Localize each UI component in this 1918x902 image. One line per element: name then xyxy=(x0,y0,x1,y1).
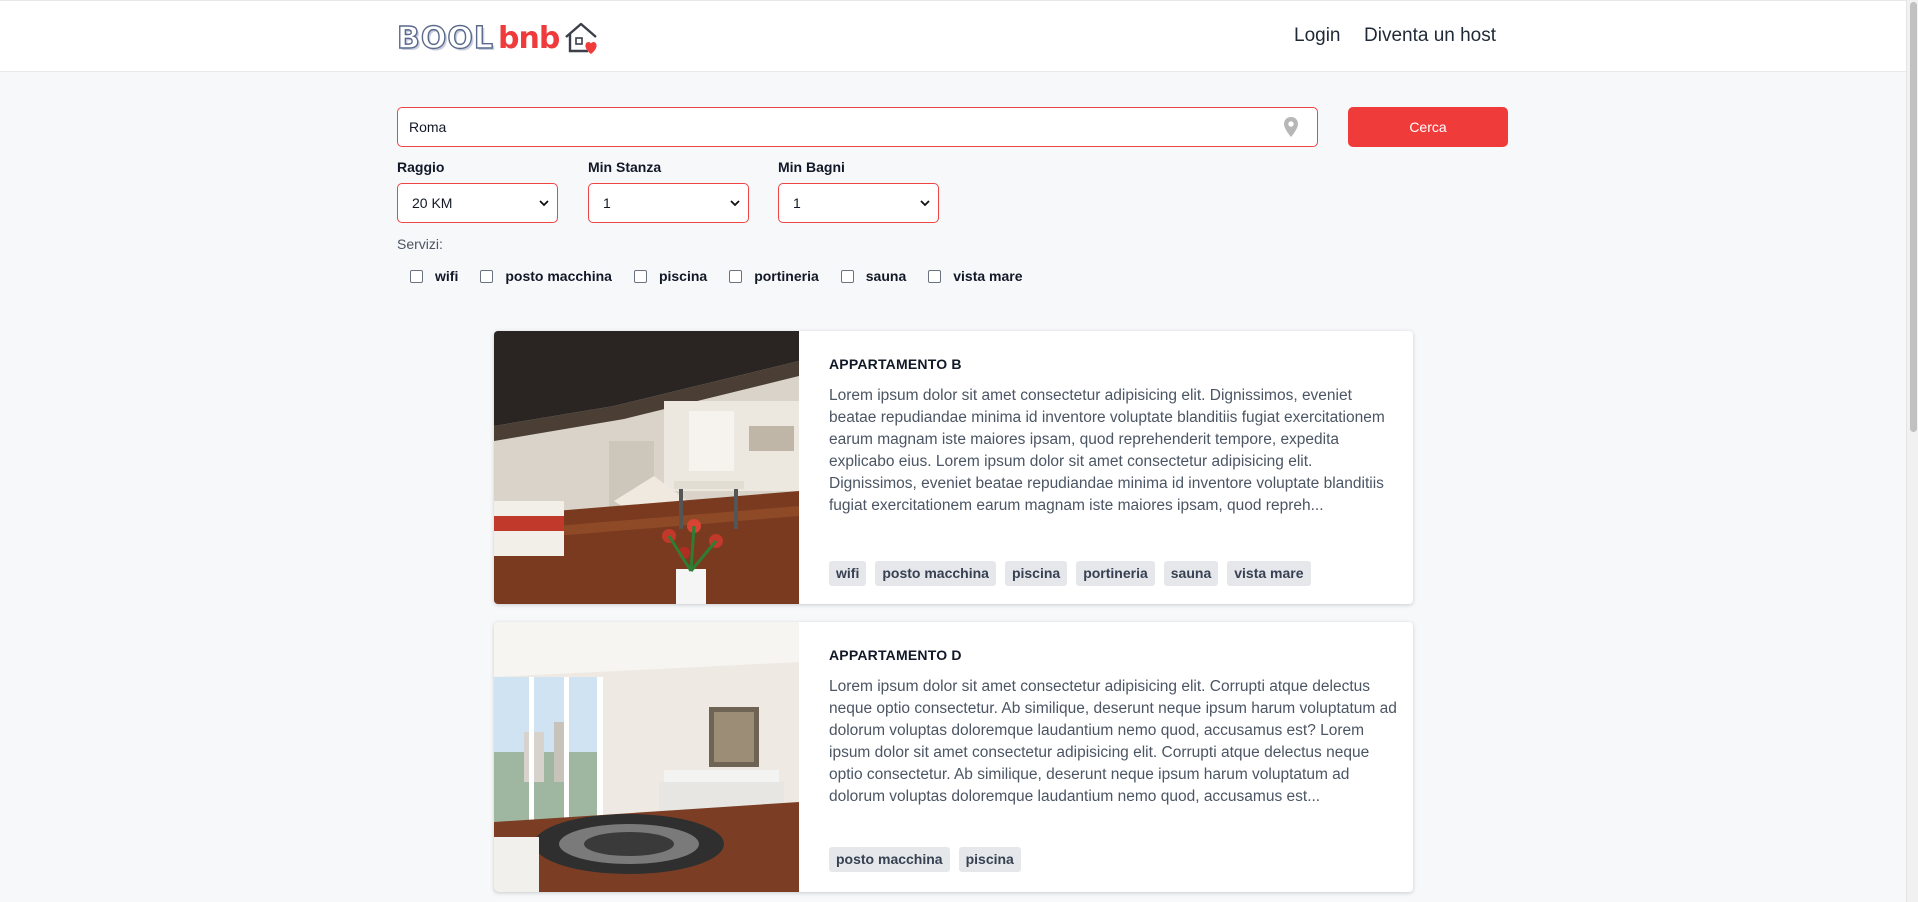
listing-description: Lorem ipsum dolor sit amet consectetur a… xyxy=(829,387,1385,514)
listing-tags: posto macchina piscina xyxy=(829,847,1030,872)
logo[interactable]: BOOL bnb xyxy=(396,19,599,57)
checkbox[interactable] xyxy=(928,269,942,283)
service-checkbox-wifi[interactable]: wifi xyxy=(410,268,458,284)
services-checkboxes: wifi posto macchina piscina portineria s… xyxy=(410,266,1045,286)
min-bathrooms-select[interactable]: 1 xyxy=(778,183,939,223)
checkbox-label: portineria xyxy=(754,268,819,284)
service-tag: vista mare xyxy=(1227,561,1311,586)
listing-title[interactable]: APPARTAMENTO B xyxy=(829,356,962,372)
chevron-down-icon xyxy=(920,200,930,207)
service-checkbox-piscina[interactable]: piscina xyxy=(633,268,708,284)
checkbox-label: sauna xyxy=(865,268,907,284)
listing-photo[interactable] xyxy=(494,331,799,604)
service-checkbox-posto-macchina[interactable]: posto macchina xyxy=(480,268,612,284)
checkbox-label: vista mare xyxy=(953,268,1023,284)
map-pin-icon[interactable] xyxy=(1283,116,1299,138)
checkbox[interactable] xyxy=(480,269,494,283)
checkbox-label: wifi xyxy=(435,268,459,284)
checkbox-label: posto macchina xyxy=(505,268,612,284)
scrollbar-thumb[interactable] xyxy=(1910,2,1917,432)
min-rooms-label: Min Stanza xyxy=(588,159,662,175)
site-header: BOOL bnb Login Diventa un host xyxy=(0,0,1906,72)
listing-title[interactable]: APPARTAMENTO D xyxy=(829,647,962,663)
house-heart-icon xyxy=(565,22,598,54)
radius-select-value: 20 KM xyxy=(412,195,453,211)
service-tag: posto macchina xyxy=(829,847,950,872)
listing-card[interactable]: APPARTAMENTO B Lorem ipsum dolor sit ame… xyxy=(494,331,1413,604)
listing-tags: wifi posto macchina piscina portineria s… xyxy=(829,561,1320,586)
search-button[interactable]: Cerca xyxy=(1348,107,1508,147)
service-tag: sauna xyxy=(1163,561,1219,586)
min-bathrooms-label: Min Bagni xyxy=(778,159,845,175)
chevron-down-icon xyxy=(730,200,740,207)
checkbox[interactable] xyxy=(633,269,647,283)
checkbox[interactable] xyxy=(410,269,423,283)
become-host-link[interactable]: Diventa un host xyxy=(1364,25,1496,47)
search-input[interactable] xyxy=(397,107,1318,147)
service-tag: portineria xyxy=(1076,561,1155,586)
service-checkbox-portineria[interactable]: portineria xyxy=(729,268,819,284)
listing-body: APPARTAMENTO D Lorem ipsum dolor sit ame… xyxy=(829,622,1397,892)
radius-label: Raggio xyxy=(397,159,445,175)
services-label: Servizi: xyxy=(397,236,443,252)
page-scrollbar[interactable] xyxy=(1906,0,1918,902)
min-rooms-select-value: 1 xyxy=(603,195,611,211)
checkbox[interactable] xyxy=(840,269,854,283)
service-tag: wifi xyxy=(829,561,867,586)
service-tag: piscina xyxy=(1004,561,1068,586)
checkbox-label: piscina xyxy=(658,268,708,284)
chevron-down-icon xyxy=(539,200,549,207)
service-tag: posto macchina xyxy=(875,561,996,586)
listing-body: APPARTAMENTO B Lorem ipsum dolor sit ame… xyxy=(829,331,1397,604)
min-bathrooms-select-value: 1 xyxy=(793,195,801,211)
service-checkbox-vista-mare[interactable]: vista mare xyxy=(928,268,1023,284)
service-checkbox-sauna[interactable]: sauna xyxy=(840,268,907,284)
radius-select[interactable]: 20 KM xyxy=(397,183,558,223)
listing-photo[interactable] xyxy=(494,622,799,892)
service-tag: piscina xyxy=(958,847,1021,872)
login-link[interactable]: Login xyxy=(1294,25,1341,47)
listing-card[interactable]: APPARTAMENTO D Lorem ipsum dolor sit ame… xyxy=(494,622,1413,892)
checkbox[interactable] xyxy=(729,269,743,283)
logo-text-bool: BOOL xyxy=(396,20,494,56)
listing-description: Lorem ipsum dolor sit amet consectetur a… xyxy=(829,678,1397,805)
min-rooms-select[interactable]: 1 xyxy=(588,183,749,223)
logo-text-bnb: bnb xyxy=(498,20,560,56)
